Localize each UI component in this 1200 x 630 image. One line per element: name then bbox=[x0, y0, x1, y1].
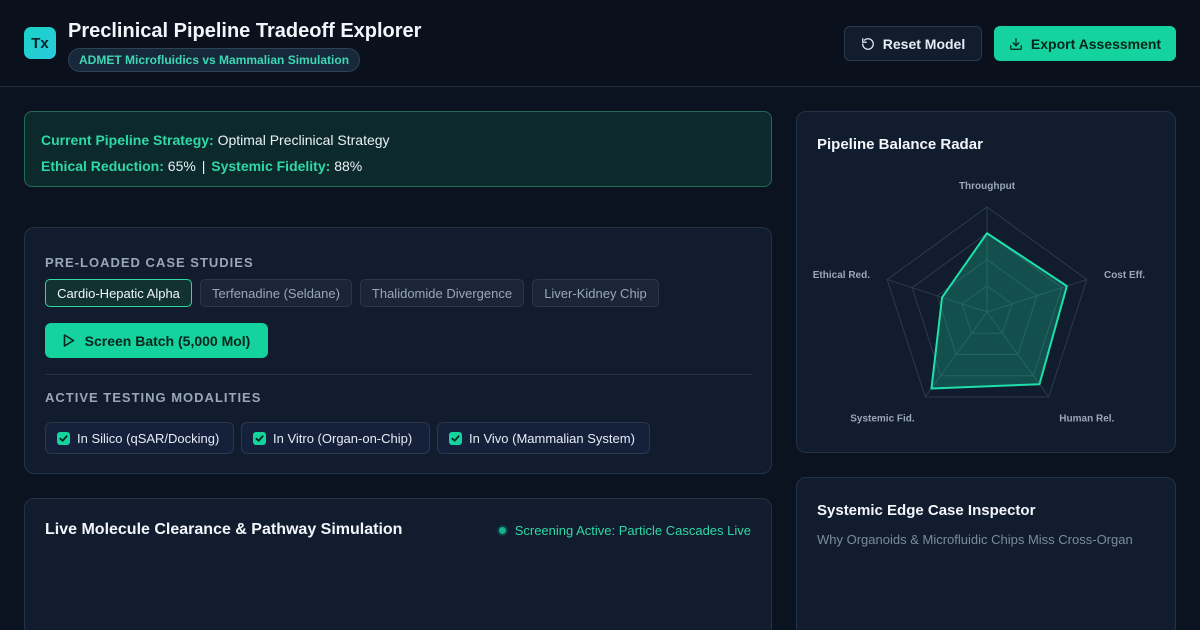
systemic-fidelity-value: 88% bbox=[334, 158, 363, 174]
case-study-thalidomide-divergence[interactable]: Thalidomide Divergence bbox=[360, 279, 524, 307]
export-assessment-button[interactable]: Export Assessment bbox=[994, 26, 1176, 61]
ethical-reduction-value: 65% bbox=[167, 158, 196, 174]
case-study-terfenadine[interactable]: Terfenadine (Seldane) bbox=[200, 279, 352, 307]
strategy-banner: Current Pipeline Strategy: Optimal Precl… bbox=[24, 111, 772, 187]
radar-axis-label: Cost Eff. bbox=[1104, 270, 1145, 281]
download-icon bbox=[1009, 37, 1022, 50]
checkbox-checked-icon[interactable] bbox=[57, 431, 70, 445]
screen-batch-button[interactable]: Screen Batch (5,000 Mol) bbox=[45, 323, 268, 358]
play-icon bbox=[63, 334, 74, 347]
checkbox-checked-icon[interactable] bbox=[449, 431, 462, 445]
modality-in-vivo[interactable]: In Vivo (Mammalian System) bbox=[437, 422, 650, 454]
modality-label: In Vivo (Mammalian System) bbox=[469, 430, 635, 446]
strategy-value: Optimal Preclinical Strategy bbox=[217, 132, 390, 148]
export-assessment-label: Export Assessment bbox=[1030, 35, 1162, 52]
radar-axis-label: Systemic Fid. bbox=[850, 414, 915, 425]
modalities-heading: ACTIVE TESTING MODALITIES bbox=[45, 390, 262, 405]
ethical-reduction-label: Ethical Reduction: bbox=[41, 158, 164, 174]
checkbox-checked-icon[interactable] bbox=[253, 431, 266, 445]
case-study-liver-kidney-chip[interactable]: Liver-Kidney Chip bbox=[532, 279, 659, 307]
subtitle-badge: ADMET Microfluidics vs Mammalian Simulat… bbox=[68, 48, 361, 72]
app-title: Preclinical Pipeline Tradeoff Explorer bbox=[68, 20, 422, 42]
metrics-line: Ethical Reduction: 65% | Systemic Fideli… bbox=[41, 153, 755, 179]
modality-label: In Vitro (Organ-on-Chip) bbox=[273, 430, 413, 446]
modality-in-silico[interactable]: In Silico (qSAR/Docking) bbox=[45, 422, 234, 454]
modality-label: In Silico (qSAR/Docking) bbox=[77, 430, 220, 446]
edge-case-subtitle: Why Organoids & Microfluidic Chips Miss … bbox=[817, 532, 1133, 547]
edge-case-title: Systemic Edge Case Inspector bbox=[817, 502, 1036, 519]
app-logo: Tx bbox=[24, 27, 56, 59]
modality-in-vitro[interactable]: In Vitro (Organ-on-Chip) bbox=[241, 422, 430, 454]
strategy-label: Current Pipeline Strategy: bbox=[41, 132, 214, 148]
simulation-title: Live Molecule Clearance & Pathway Simula… bbox=[45, 521, 403, 538]
radar-axis-label: Human Rel. bbox=[1059, 414, 1114, 425]
rotate-ccw-icon bbox=[861, 37, 874, 50]
edge-case-panel: Systemic Edge Case Inspector Why Organoi… bbox=[796, 477, 1176, 630]
reset-model-label: Reset Model bbox=[882, 35, 966, 52]
systemic-fidelity-label: Systemic Fidelity: bbox=[211, 158, 331, 174]
strategy-line: Current Pipeline Strategy: Optimal Precl… bbox=[41, 127, 755, 153]
reset-model-button[interactable]: Reset Model bbox=[844, 26, 982, 61]
radar-axis-label: Ethical Red. bbox=[813, 270, 870, 281]
radar-series-area bbox=[930, 232, 1068, 390]
radar-axis-label: Throughput bbox=[959, 181, 1016, 192]
case-studies-panel: PRE-LOADED CASE STUDIES Cardio-Hepatic A… bbox=[24, 227, 772, 474]
metrics-separator: | bbox=[201, 158, 206, 174]
app-header: Tx Preclinical Pipeline Tradeoff Explore… bbox=[0, 0, 1200, 87]
simulation-status: Screening Active: Particle Cascades Live bbox=[498, 523, 751, 538]
case-studies-heading: PRE-LOADED CASE STUDIES bbox=[45, 255, 254, 270]
simulation-status-label: Screening Active: Particle Cascades Live bbox=[514, 523, 751, 538]
live-indicator-icon bbox=[498, 527, 506, 534]
radar-chart: Throughput Cost Eff. Human Rel. Systemic Fi… bbox=[813, 181, 1146, 425]
section-divider bbox=[45, 374, 752, 375]
screen-batch-label: Screen Batch (5,000 Mol) bbox=[84, 332, 251, 349]
simulation-panel: Live Molecule Clearance & Pathway Simula… bbox=[24, 498, 772, 630]
radar-panel: Pipeline Balance Radar Throughput Cost Ef… bbox=[796, 111, 1176, 453]
case-study-cardio-hepatic-alpha[interactable]: Cardio-Hepatic Alpha bbox=[45, 279, 192, 307]
